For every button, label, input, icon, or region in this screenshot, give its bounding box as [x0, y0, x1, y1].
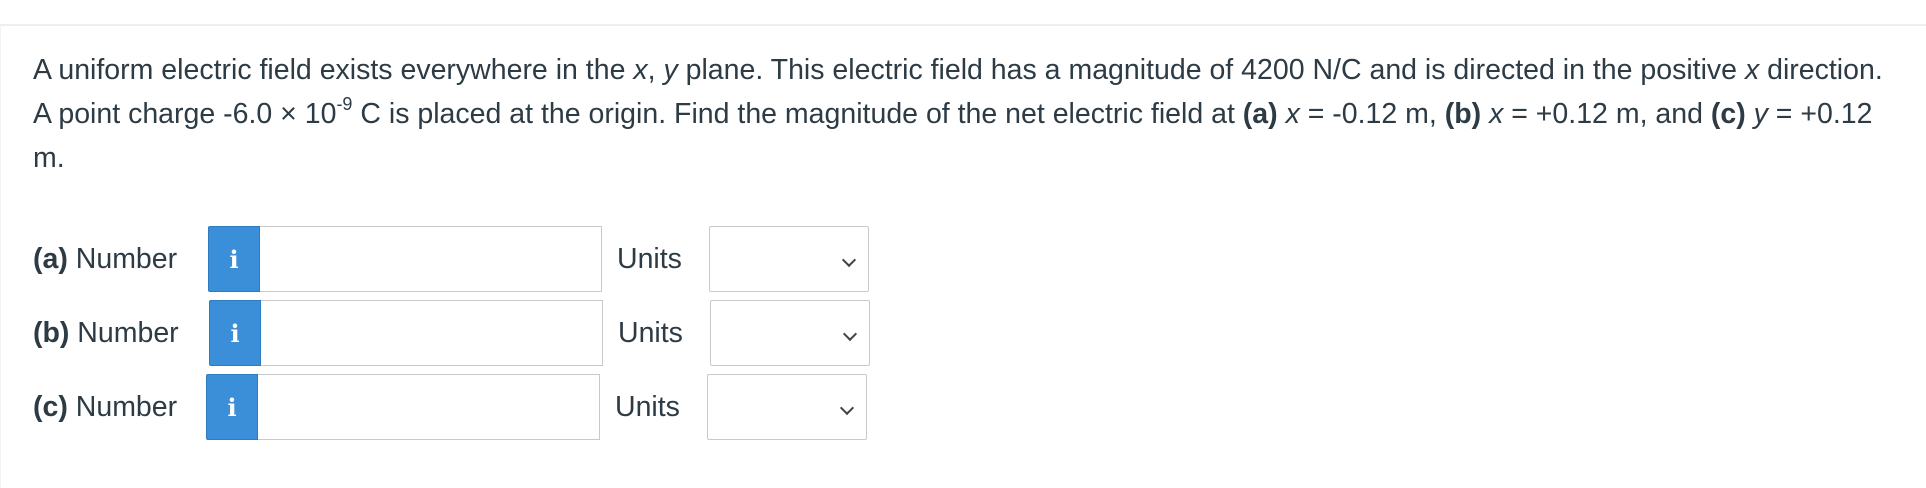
chevron-down-icon — [839, 400, 855, 416]
answer-row-c: (c) Number i Units — [33, 374, 893, 440]
chevron-down-icon — [841, 252, 857, 268]
info-button-a[interactable]: i — [208, 226, 260, 292]
info-icon: i — [230, 319, 240, 348]
info-button-b[interactable]: i — [209, 300, 261, 366]
units-select-a[interactable] — [709, 226, 869, 292]
part-label-a: (a) Number — [33, 243, 178, 275]
units-label-b: Units — [618, 317, 683, 349]
info-button-c[interactable]: i — [206, 374, 258, 440]
units-select-c[interactable] — [707, 374, 867, 440]
question-text: A uniform electric field exists everywhe… — [33, 54, 1883, 174]
info-icon: i — [227, 393, 237, 422]
panel-edge — [0, 26, 1, 488]
part-label-c: (c) Number — [33, 391, 178, 423]
chevron-down-icon — [842, 326, 858, 342]
answer-row-b: (b) Number i Units — [33, 300, 893, 366]
top-divider — [0, 24, 1926, 26]
units-label-a: Units — [617, 243, 682, 275]
number-input-c[interactable] — [258, 374, 600, 440]
units-label-c: Units — [615, 391, 680, 423]
number-input-b[interactable] — [261, 300, 603, 366]
info-icon: i — [229, 245, 239, 274]
number-input-a[interactable] — [260, 226, 602, 292]
units-select-b[interactable] — [710, 300, 870, 366]
part-label-b: (b) Number — [33, 317, 179, 349]
answer-row-a: (a) Number i Units — [33, 226, 893, 292]
